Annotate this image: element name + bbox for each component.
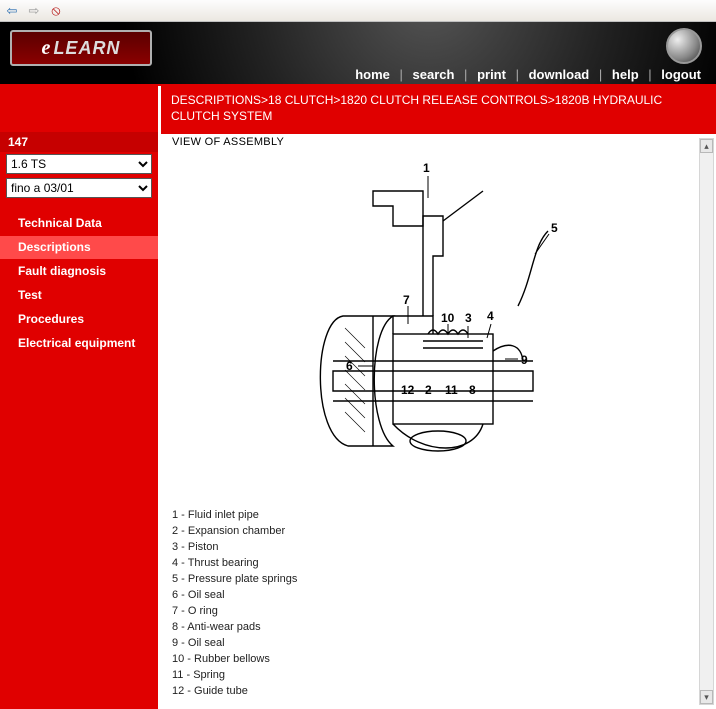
nav-help[interactable]: help	[609, 67, 642, 82]
parts-list-item: 10 - Rubber bellows	[172, 652, 694, 668]
assembly-diagram-wrap: 1 5 6 7 10 3 4 9 12 2 11 8	[172, 156, 694, 496]
main-area: 147 1.6 TS fino a 03/01 Technical Data D…	[0, 86, 716, 709]
parts-list: 1 - Fluid inlet pipe 2 - Expansion chamb…	[172, 508, 694, 699]
section-nav: Technical Data Descriptions Fault diagno…	[0, 212, 158, 356]
content-column: DESCRIPTIONS>18 CLUTCH>1820 CLUTCH RELEA…	[158, 86, 716, 709]
sidebar-item-test[interactable]: Test	[0, 284, 158, 308]
sidebar-item-technical-data[interactable]: Technical Data	[0, 212, 158, 236]
nav-download[interactable]: download	[526, 67, 593, 82]
nav-print[interactable]: print	[474, 67, 509, 82]
breadcrumb: DESCRIPTIONS>18 CLUTCH>1820 CLUTCH RELEA…	[158, 86, 716, 134]
diagram-label-3: 3	[465, 311, 472, 325]
range-select[interactable]: fino a 03/01	[6, 178, 152, 198]
elearn-logo: eLEARN	[10, 30, 152, 66]
diagram-label-10: 10	[441, 311, 455, 325]
vehicle-model-label: 147	[0, 132, 158, 152]
sidebar: 147 1.6 TS fino a 03/01 Technical Data D…	[0, 86, 158, 709]
nav-sep: |	[596, 67, 605, 82]
app-header: eLEARN home | search | print | download …	[0, 22, 716, 86]
vehicle-selects: 1.6 TS fino a 03/01	[0, 152, 158, 210]
parts-list-item: 8 - Anti-wear pads	[172, 620, 694, 636]
sidebar-item-fault-diagnosis[interactable]: Fault diagnosis	[0, 260, 158, 284]
top-nav: home | search | print | download | help …	[352, 67, 704, 82]
diagram-label-6: 6	[346, 359, 353, 373]
diagram-label-12: 12	[401, 383, 415, 397]
parts-list-item: 4 - Thrust bearing	[172, 556, 694, 572]
sidebar-item-procedures[interactable]: Procedures	[0, 308, 158, 332]
parts-list-item: 9 - Oil seal	[172, 636, 694, 652]
diagram-label-5: 5	[551, 221, 558, 235]
parts-list-item: 11 - Spring	[172, 668, 694, 684]
diagram-label-8: 8	[469, 383, 476, 397]
forward-icon: ⇨	[26, 3, 42, 19]
engine-select[interactable]: 1.6 TS	[6, 154, 152, 174]
parts-list-item: 3 - Piston	[172, 540, 694, 556]
nav-logout[interactable]: logout	[658, 67, 704, 82]
parts-list-item: 5 - Pressure plate springs	[172, 572, 694, 588]
nav-sep: |	[645, 67, 654, 82]
nav-search[interactable]: search	[410, 67, 458, 82]
diagram-label-9: 9	[521, 353, 528, 367]
diagram-label-11: 11	[445, 383, 458, 397]
scrollbar[interactable]: ▴ ▾	[699, 138, 714, 705]
browser-toolbar: ⇦ ⇨ ⦸	[0, 0, 716, 22]
logo-text: LEARN	[53, 38, 120, 59]
diagram-label-7: 7	[403, 293, 410, 307]
nav-sep: |	[396, 67, 405, 82]
parts-list-item: 7 - O ring	[172, 604, 694, 620]
content-body: VIEW OF ASSEMBLY	[158, 134, 716, 709]
sidebar-item-descriptions[interactable]: Descriptions	[0, 236, 158, 260]
scroll-up-icon[interactable]: ▴	[700, 139, 713, 153]
nav-sep: |	[513, 67, 522, 82]
parts-list-item: 12 - Guide tube	[172, 684, 694, 700]
assembly-diagram: 1 5 6 7 10 3 4 9 12 2 11 8	[273, 156, 593, 496]
nav-home[interactable]: home	[352, 67, 393, 82]
diagram-label-2: 2	[425, 383, 432, 397]
logo-e: e	[42, 37, 52, 60]
parts-list-item: 1 - Fluid inlet pipe	[172, 508, 694, 524]
diagram-label-4: 4	[487, 309, 494, 323]
diagram-label-1: 1	[423, 161, 430, 175]
scroll-down-icon[interactable]: ▾	[700, 690, 713, 704]
sidebar-item-electrical-equipment[interactable]: Electrical equipment	[0, 332, 158, 356]
parts-list-item: 6 - Oil seal	[172, 588, 694, 604]
stop-icon[interactable]: ⦸	[48, 3, 64, 19]
brand-badge-icon	[666, 28, 702, 64]
parts-list-item: 2 - Expansion chamber	[172, 524, 694, 540]
back-icon[interactable]: ⇦	[4, 3, 20, 19]
page-title: VIEW OF ASSEMBLY	[172, 136, 694, 148]
nav-sep: |	[461, 67, 470, 82]
